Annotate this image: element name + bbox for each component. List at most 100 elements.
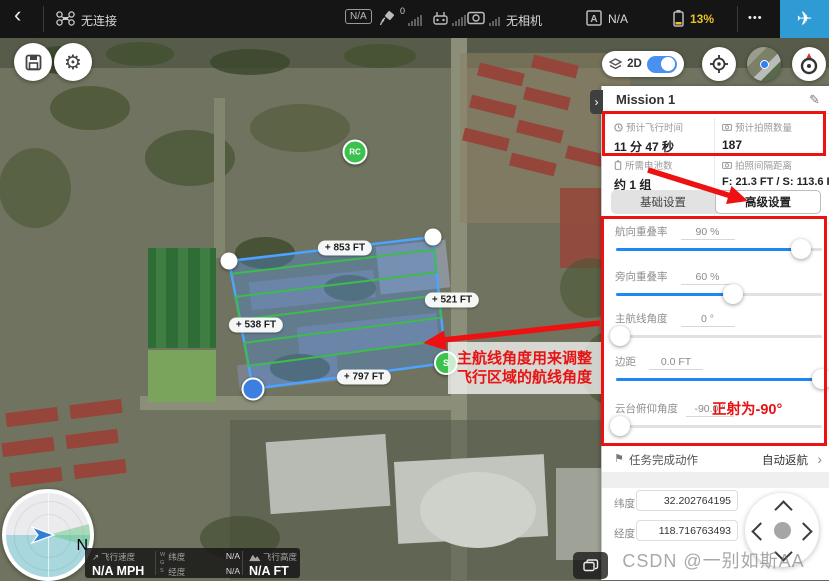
status-bar: ‹ 无连接 N/A 0 无相机 A N/A — [0, 0, 829, 38]
stat-value-flight-time: 11 分 47 秒 — [614, 138, 720, 155]
slider-thumb[interactable] — [791, 239, 811, 259]
slider-label: 主航线角度 — [615, 313, 668, 325]
connection-status: 无连接 — [81, 12, 117, 29]
edit-mission-button[interactable]: ✎ — [809, 92, 820, 108]
save-icon — [25, 54, 42, 71]
camera-interval-icon — [722, 161, 732, 169]
slider-row-forward-overlap: 航向重叠率 90 % — [615, 222, 823, 262]
slider-track[interactable] — [616, 335, 822, 338]
edge-length-label: + 521 FT — [425, 293, 479, 308]
lng-value: N/A — [226, 566, 240, 578]
dpad-left-button[interactable] — [751, 522, 769, 540]
mission-settings-button[interactable]: ⚙ — [54, 43, 92, 81]
slider-thumb[interactable] — [723, 284, 743, 304]
longitude-label: 经度 — [614, 526, 635, 541]
satellite-signal-bars — [408, 14, 422, 26]
battery-icon — [672, 9, 685, 28]
waypoint-handle[interactable] — [221, 253, 238, 270]
annotation-text-box: 主航线角度用来调整 飞行区域的航线角度 — [448, 342, 601, 394]
slider-row-side-overlap: 旁向重叠率 60 % — [615, 267, 823, 307]
map-mode-label: 2D — [627, 58, 642, 70]
slider-label: 旁向重叠率 — [615, 271, 668, 283]
slider-label: 航向重叠率 — [615, 226, 668, 238]
aircraft-heading-icon — [30, 523, 56, 547]
rc-location-marker: RC — [343, 140, 368, 165]
camera-status: 无相机 — [506, 12, 542, 29]
tab-advanced-settings[interactable]: 高级设置 — [715, 190, 821, 214]
remote-controller-icon — [432, 10, 449, 26]
finish-action-row[interactable]: ⚑ 任务完成动作 自动返航 › — [602, 448, 829, 472]
latitude-label: 纬度 — [614, 496, 635, 511]
stat-label: 所需电池数 — [625, 158, 673, 172]
airplane-icon: ✈ — [797, 8, 813, 31]
slider-thumb[interactable] — [610, 416, 630, 436]
slider-track[interactable] — [616, 378, 822, 381]
waypoint-handle[interactable] — [425, 229, 442, 246]
dpad-right-button[interactable] — [794, 522, 812, 540]
map-layer-preview-button[interactable] — [747, 47, 781, 81]
camera-signal-bars — [489, 14, 500, 26]
dpad-center-button[interactable] — [774, 522, 791, 539]
slider-track[interactable] — [616, 248, 822, 251]
slider-value-input[interactable]: 60 % — [681, 271, 735, 285]
chevron-right-icon: › — [595, 95, 599, 109]
battery-percent: 13% — [690, 12, 714, 26]
annotation-gimbal-note: 正射为-90° — [712, 398, 782, 419]
locate-button[interactable] — [702, 47, 736, 81]
save-mission-button[interactable] — [14, 43, 52, 81]
mission-title: Mission 1 — [616, 92, 675, 107]
panel-collapse-button[interactable]: › — [590, 90, 603, 114]
layers-icon — [609, 58, 622, 71]
tab-basic-settings[interactable]: 基础设置 — [611, 190, 715, 214]
satellite-icon — [379, 9, 397, 27]
compass-icon — [798, 52, 820, 76]
flight-mode-value: N/A — [608, 12, 628, 26]
back-button[interactable]: ‹ — [14, 2, 21, 28]
finish-action-value: 自动返航 — [762, 452, 808, 468]
latitude-input[interactable] — [636, 490, 738, 511]
slider-row-margin: 边距 0.0 FT — [615, 352, 823, 392]
2d-toggle-switch[interactable] — [647, 56, 677, 73]
crosshair-icon — [709, 54, 729, 74]
map-mode-toggle[interactable]: 2D — [602, 51, 684, 77]
edge-length-label: + 538 FT — [229, 318, 283, 333]
slider-row-course-angle: 主航线角度 0 ° — [615, 309, 823, 349]
slider-track[interactable] — [616, 293, 822, 296]
dpad-down-button[interactable] — [774, 543, 792, 561]
mission-panel: Mission 1 ✎ 预计飞行时间 11 分 47 秒 预计拍照数量 187 … — [601, 86, 829, 580]
svg-text:A: A — [590, 14, 597, 25]
nudge-dpad — [745, 493, 819, 567]
longitude-input[interactable] — [636, 520, 738, 541]
map-layers-button[interactable] — [573, 552, 608, 579]
takeoff-button[interactable]: ✈ — [780, 0, 829, 38]
chevron-right-icon: › — [817, 451, 822, 467]
wgs-label: WGS — [160, 551, 165, 578]
slider-value-input[interactable]: 90 % — [681, 226, 735, 240]
flag-icon: ⚑ — [614, 452, 624, 465]
slider-thumb[interactable] — [812, 369, 829, 389]
camera-icon — [722, 123, 732, 131]
battery-icon — [614, 160, 622, 170]
edge-length-label: + 797 FT — [337, 370, 391, 385]
lat-label: 纬度 — [168, 551, 185, 563]
stat-value-photo-count: 187 — [722, 138, 828, 152]
slider-value-input[interactable]: 0.0 FT — [649, 356, 703, 370]
clock-icon — [614, 123, 623, 132]
stat-label: 拍照间隔距离 — [735, 158, 792, 172]
slider-label: 云台俯仰角度 — [615, 403, 678, 415]
stat-label: 预计拍照数量 — [735, 120, 792, 134]
slider-track[interactable] — [616, 425, 822, 428]
lat-value: N/A — [226, 551, 240, 563]
slider-label: 边距 — [615, 356, 636, 368]
drone-icon — [56, 11, 75, 26]
slider-thumb[interactable] — [610, 326, 630, 346]
compass-reset-button[interactable] — [792, 47, 826, 81]
slider-value-input[interactable]: 0 ° — [681, 313, 735, 327]
speed-label: 飞行速度 — [101, 551, 135, 563]
more-menu-button[interactable]: ••• — [748, 12, 763, 24]
layers-icon — [583, 559, 599, 572]
gear-icon: ⚙ — [64, 50, 82, 75]
dpad-up-button[interactable] — [774, 500, 792, 518]
waypoint-handle-selected[interactable] — [242, 378, 265, 401]
satellite-count: 0 — [400, 6, 405, 16]
